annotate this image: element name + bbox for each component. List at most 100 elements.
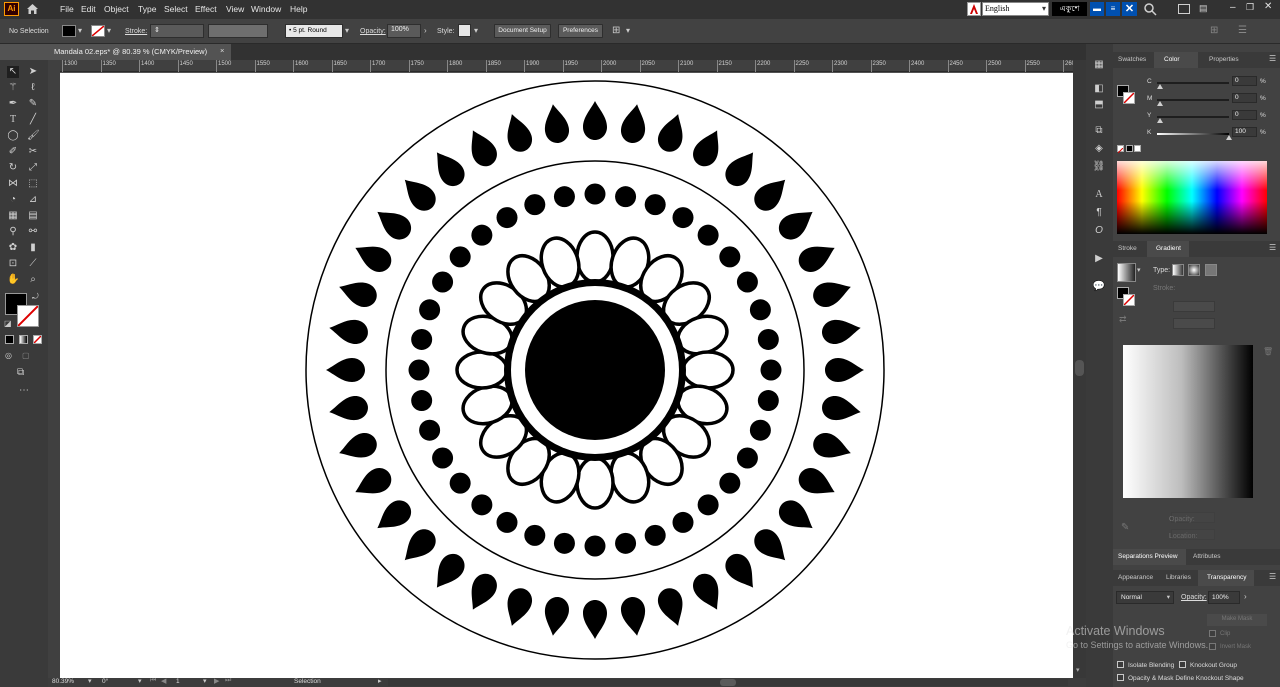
teardrop-group[interactable] (720, 145, 762, 191)
adobe-lang-icon[interactable] (967, 2, 981, 16)
color-stroke-box[interactable] (1123, 92, 1135, 104)
chevron-down-icon[interactable]: ▾ (626, 26, 630, 35)
cmyk-value-k[interactable]: 100 (1232, 127, 1257, 137)
teardrop[interactable] (327, 316, 369, 346)
gradient-stroke-box[interactable] (1123, 294, 1135, 306)
dot[interactable] (496, 207, 518, 229)
ellipse-tool-icon[interactable]: ◯ (7, 130, 19, 142)
teardrop-group[interactable] (326, 358, 365, 382)
symbol-sprayer-tool-icon[interactable]: ✿ (7, 242, 19, 254)
teardrop[interactable] (774, 202, 820, 244)
scroll-thumb[interactable] (720, 679, 736, 686)
teardrop[interactable] (370, 495, 416, 537)
language-select[interactable]: English ▾ (982, 2, 1049, 16)
curvature-tool-icon[interactable]: ✎ (27, 98, 39, 110)
teardrop[interactable] (462, 569, 501, 615)
dot[interactable] (757, 328, 779, 350)
teardrop[interactable] (500, 585, 535, 630)
layout-grid-icon[interactable]: ⊞ (1210, 25, 1218, 36)
panel-menu-icon[interactable]: ☰ (1269, 243, 1276, 252)
teardrop-group[interactable] (820, 394, 862, 424)
teardrop[interactable] (350, 464, 396, 503)
center-disc[interactable] (525, 300, 665, 440)
free-transform-tool-icon[interactable]: ⬚ (27, 178, 39, 190)
dot[interactable] (697, 224, 719, 246)
cmyk-slider-y[interactable] (1157, 116, 1229, 118)
paragraph-panel-icon[interactable]: ¶ (1092, 206, 1106, 220)
teardrop[interactable] (500, 110, 535, 155)
cmyk-slider-m[interactable] (1157, 99, 1229, 101)
teardrop-group[interactable] (500, 585, 535, 630)
chevron-down-icon[interactable]: ▾ (107, 26, 111, 35)
teardrop[interactable] (583, 600, 607, 639)
teardrop-group[interactable] (541, 102, 571, 144)
teardrop-group[interactable] (794, 237, 840, 276)
minimize-icon[interactable]: – (1230, 2, 1240, 14)
line-tool-icon[interactable]: ╱ (27, 114, 39, 126)
teardrop[interactable] (350, 237, 396, 276)
chevron-down-icon[interactable]: ▾ (345, 26, 349, 35)
teardrop-group[interactable] (583, 600, 607, 639)
default-colors-icon[interactable]: ◪ (4, 319, 12, 328)
rotate-tool-icon[interactable]: ↻ (7, 162, 19, 174)
close-window-icon[interactable]: ✕ (1264, 1, 1276, 13)
none-swatch[interactable] (1117, 145, 1124, 154)
none-mode-icon[interactable] (33, 335, 42, 344)
teardrop[interactable] (396, 524, 441, 569)
teardrop[interactable] (655, 110, 690, 155)
gradient-preview[interactable] (1123, 345, 1253, 498)
gradient-tool-icon[interactable]: ▤ (27, 210, 39, 222)
teardrop-group[interactable] (619, 102, 649, 144)
next-page-icon[interactable]: ▶ (214, 677, 219, 685)
teardrop-group[interactable] (327, 316, 369, 346)
teardrop[interactable] (689, 125, 728, 171)
teardrop[interactable] (583, 101, 607, 140)
teardrop[interactable] (810, 275, 855, 310)
tab-attributes[interactable]: Attributes (1193, 553, 1220, 560)
blend-tool-icon[interactable]: ⚯ (27, 226, 39, 238)
dot[interactable] (449, 472, 471, 494)
teardrop-group[interactable] (689, 569, 728, 615)
menu-select[interactable]: Select (164, 4, 188, 14)
teardrop-group[interactable] (810, 275, 855, 310)
petal-group[interactable] (575, 456, 615, 510)
cmyk-value-y[interactable]: 0 (1232, 110, 1257, 120)
radial-gradient-icon[interactable] (1188, 264, 1200, 276)
close-keyboard-icon[interactable]: ✕ (1122, 2, 1137, 16)
teardrop-group[interactable] (689, 125, 728, 171)
black-swatch[interactable] (1126, 145, 1133, 152)
white-swatch[interactable] (1134, 145, 1141, 152)
style-swatch[interactable] (458, 24, 471, 37)
teardrop-group[interactable] (350, 237, 396, 276)
teardrop[interactable] (774, 495, 820, 537)
teardrop-group[interactable] (427, 145, 469, 191)
artboard[interactable] (60, 73, 1073, 678)
chevron-down-icon[interactable]: ▾ (88, 677, 92, 685)
teardrop[interactable] (749, 171, 794, 216)
teardrop[interactable] (427, 549, 469, 595)
chevron-right-icon[interactable]: › (1244, 592, 1247, 601)
chevron-down-icon[interactable]: ▾ (474, 26, 478, 35)
lasso-tool-icon[interactable]: ℓ (27, 82, 39, 94)
home-icon[interactable] (26, 3, 39, 15)
dot[interactable] (584, 183, 606, 205)
stroke-weight-field[interactable]: ⇕ (150, 24, 204, 38)
actions-panel-icon[interactable]: ▶ (1092, 252, 1106, 266)
cmyk-slider-k[interactable] (1157, 133, 1229, 135)
dot[interactable] (736, 271, 758, 293)
chevron-down-icon[interactable]: ▾ (1076, 666, 1080, 674)
eyedropper-tool-icon[interactable]: ⚲ (7, 226, 19, 238)
dot[interactable] (419, 419, 441, 441)
dot[interactable] (719, 246, 741, 268)
tab-transparency[interactable]: Transparency (1198, 570, 1254, 586)
slider-knob[interactable] (1157, 84, 1163, 89)
teardrop[interactable] (370, 202, 416, 244)
tab-stroke[interactable]: Stroke (1118, 245, 1137, 252)
selection-tool-icon[interactable]: ↖ (7, 66, 19, 78)
slice-tool-icon[interactable]: ⟋ (27, 258, 39, 270)
teardrop-group[interactable] (335, 430, 380, 465)
transform-panel-icon[interactable]: ⧉ (1092, 124, 1106, 138)
type-tool-icon[interactable]: T (7, 114, 19, 126)
menu-file[interactable]: File (60, 4, 74, 14)
mandala-artwork[interactable] (60, 73, 1073, 678)
